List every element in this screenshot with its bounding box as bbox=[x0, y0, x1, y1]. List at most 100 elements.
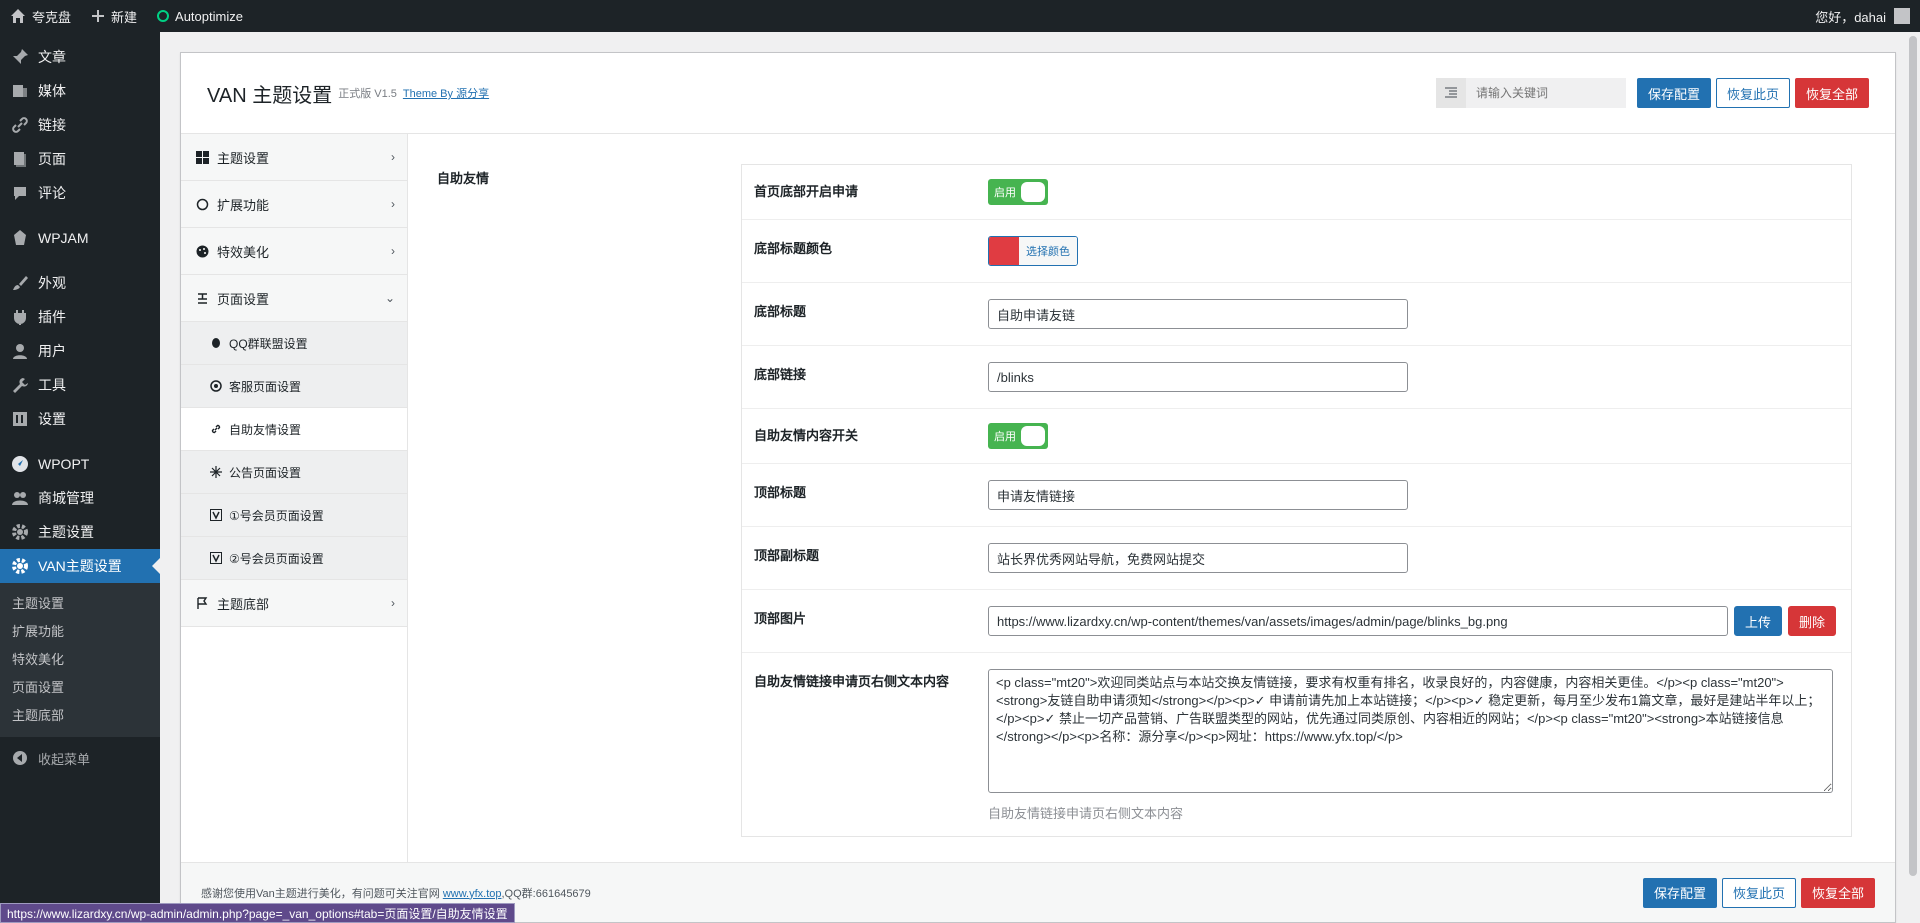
field-bottom-title: 底部标题 bbox=[742, 283, 1851, 346]
new-label: 新建 bbox=[111, 9, 138, 25]
nav-effects[interactable]: 特效美化 › bbox=[181, 228, 407, 275]
chevron-right-icon: › bbox=[391, 244, 395, 258]
site-home-link[interactable]: 夸克盘 bbox=[0, 0, 81, 32]
field-label: 首页底部开启申请 bbox=[754, 184, 859, 199]
menu-item-wpopt[interactable]: WPOPT bbox=[0, 447, 160, 481]
gear-icon bbox=[10, 522, 30, 542]
service-icon bbox=[209, 379, 223, 393]
nav-sub-vip1[interactable]: ①号会员页面设置 bbox=[181, 494, 407, 537]
field-top-subtitle: 顶部副标题 bbox=[742, 527, 1851, 590]
nav-sub-qq[interactable]: QQ群联盟设置 bbox=[181, 322, 407, 365]
nav-page-settings[interactable]: 页面设置 ⌄ bbox=[181, 275, 407, 322]
vip-icon bbox=[209, 551, 223, 565]
site-name: 夸克盘 bbox=[32, 9, 72, 25]
page-scrollbar[interactable] bbox=[1906, 32, 1920, 923]
page-icon bbox=[10, 149, 30, 169]
nav-footer[interactable]: 主题底部 › bbox=[181, 580, 407, 627]
field-title-color: 底部标题颜色 选择颜色 bbox=[742, 220, 1851, 283]
status-ring-icon bbox=[157, 10, 170, 22]
collapse-menu-button[interactable]: 收起菜单 bbox=[0, 741, 160, 775]
field-label: 顶部副标题 bbox=[754, 548, 820, 563]
footer-buttons: 保存配置 恢复此页 恢复全部 bbox=[1638, 877, 1875, 908]
field-right-text: 自助友情链接申请页右侧文本内容 <p class="mt20">欢迎同类站点与本… bbox=[742, 653, 1851, 836]
upload-button[interactable]: 上传 bbox=[1734, 606, 1783, 636]
vip-icon bbox=[209, 508, 223, 522]
field-content-switch: 自助友情内容开关 启用 bbox=[742, 409, 1851, 464]
field-label: 底部标题 bbox=[754, 304, 807, 319]
nav-sub-vip2[interactable]: ②号会员页面设置 bbox=[181, 537, 407, 580]
menu-item-theme-settings[interactable]: 主题设置 bbox=[0, 515, 160, 549]
new-content-link[interactable]: 新建 bbox=[81, 0, 147, 32]
scrollbar-thumb[interactable] bbox=[1909, 36, 1917, 876]
content-switch-toggle[interactable]: 启用 bbox=[988, 423, 1048, 449]
field-home-apply: 首页底部开启申请 启用 bbox=[742, 165, 1851, 220]
submenu-item[interactable]: 主题底部 bbox=[0, 702, 160, 730]
menu-item-users[interactable]: 用户 bbox=[0, 334, 160, 368]
nav-extensions[interactable]: 扩展功能 › bbox=[181, 181, 407, 228]
menu-item-van-settings[interactable]: VAN主题设置 bbox=[0, 549, 160, 583]
submenu-item[interactable]: 特效美化 bbox=[0, 646, 160, 674]
color-swatch bbox=[989, 237, 1019, 265]
options-nav: 主题设置 › 扩展功能 › 特效美化 › 页面设置 ⌄ QQ群联盟设置 客服页面… bbox=[181, 134, 408, 862]
bottom-title-input[interactable] bbox=[988, 299, 1408, 329]
footer-save-button[interactable]: 保存配置 bbox=[1642, 877, 1717, 908]
menu-item-wpjam[interactable]: WPJAM bbox=[0, 221, 160, 255]
user-icon bbox=[10, 341, 30, 361]
field-top-title: 顶部标题 bbox=[742, 464, 1851, 527]
header-tools: 保存配置 恢复此页 恢复全部 bbox=[1435, 78, 1869, 108]
right-text-textarea[interactable]: <p class="mt20">欢迎同类站点与本站交换友情链接，要求有权重有排名… bbox=[988, 669, 1833, 793]
footer-reset-all-button[interactable]: 恢复全部 bbox=[1800, 877, 1875, 908]
submenu-item[interactable]: 主题设置 bbox=[0, 590, 160, 618]
submenu-item[interactable]: 页面设置 bbox=[0, 674, 160, 702]
color-picker[interactable]: 选择颜色 bbox=[988, 236, 1078, 266]
menu-item-settings[interactable]: 设置 bbox=[0, 402, 160, 436]
search-box bbox=[1435, 78, 1626, 108]
media-icon bbox=[10, 81, 30, 101]
nav-sub-notice[interactable]: 公告页面设置 bbox=[181, 451, 407, 494]
menu-item-media[interactable]: 媒体 bbox=[0, 74, 160, 108]
menu-item-plugins[interactable]: 插件 bbox=[0, 300, 160, 334]
list-icon[interactable] bbox=[1435, 78, 1466, 108]
menu-item-links[interactable]: 链接 bbox=[0, 108, 160, 142]
field-label: 顶部图片 bbox=[754, 611, 807, 626]
footer-site-link[interactable]: www.yfx.top bbox=[443, 888, 502, 900]
menu-item-posts[interactable]: 文章 bbox=[0, 40, 160, 74]
footer-reset-page-button[interactable]: 恢复此页 bbox=[1721, 877, 1796, 908]
plus-icon bbox=[92, 10, 105, 22]
wpjam-icon bbox=[10, 228, 30, 248]
search-input[interactable] bbox=[1465, 78, 1626, 108]
top-subtitle-input[interactable] bbox=[988, 543, 1408, 573]
delete-button[interactable]: 删除 bbox=[1788, 606, 1837, 636]
top-image-input[interactable] bbox=[988, 606, 1728, 636]
chevron-right-icon: › bbox=[391, 150, 395, 164]
nav-sub-service[interactable]: 客服页面设置 bbox=[181, 365, 407, 408]
menu-item-appearance[interactable]: 外观 bbox=[0, 266, 160, 300]
pin-icon bbox=[10, 47, 30, 67]
autoptimize-label: Autoptimize bbox=[175, 8, 243, 24]
footer-text: 感谢您使用Van主题进行美化，有问题可关注官网 www.yfx.top,QQ群:… bbox=[201, 887, 591, 900]
circle-icon bbox=[195, 197, 209, 211]
toggle-knob bbox=[1021, 182, 1045, 202]
menu-item-shop[interactable]: 商城管理 bbox=[0, 481, 160, 515]
nav-sub-friendlinks[interactable]: 自助友情设置 bbox=[181, 408, 407, 451]
account-menu[interactable]: 您好，dahai bbox=[1815, 7, 1920, 26]
menu-item-tools[interactable]: 工具 bbox=[0, 368, 160, 402]
menu-item-pages[interactable]: 页面 bbox=[0, 142, 160, 176]
top-title-input[interactable] bbox=[988, 480, 1408, 510]
submenu-item[interactable]: 扩展功能 bbox=[0, 618, 160, 646]
autoptimize-link[interactable]: Autoptimize bbox=[147, 0, 253, 32]
palette-icon bbox=[195, 244, 209, 258]
menu-item-comments[interactable]: 评论 bbox=[0, 176, 160, 210]
reset-all-button[interactable]: 恢复全部 bbox=[1794, 78, 1869, 108]
section-title: 自助友情 bbox=[437, 171, 490, 186]
save-config-button[interactable]: 保存配置 bbox=[1636, 78, 1711, 108]
bottom-link-input[interactable] bbox=[988, 362, 1408, 392]
theme-by-link[interactable]: Theme By 源分享 bbox=[403, 85, 489, 101]
field-label: 底部链接 bbox=[754, 367, 807, 382]
nav-theme-settings[interactable]: 主题设置 › bbox=[181, 134, 407, 181]
reset-page-button[interactable]: 恢复此页 bbox=[1715, 78, 1790, 108]
field-label: 底部标题颜色 bbox=[754, 241, 833, 256]
home-apply-toggle[interactable]: 启用 bbox=[988, 179, 1048, 205]
home-icon bbox=[11, 9, 25, 23]
status-bar-url: https://www.lizardxy.cn/wp-admin/admin.p… bbox=[0, 903, 515, 923]
